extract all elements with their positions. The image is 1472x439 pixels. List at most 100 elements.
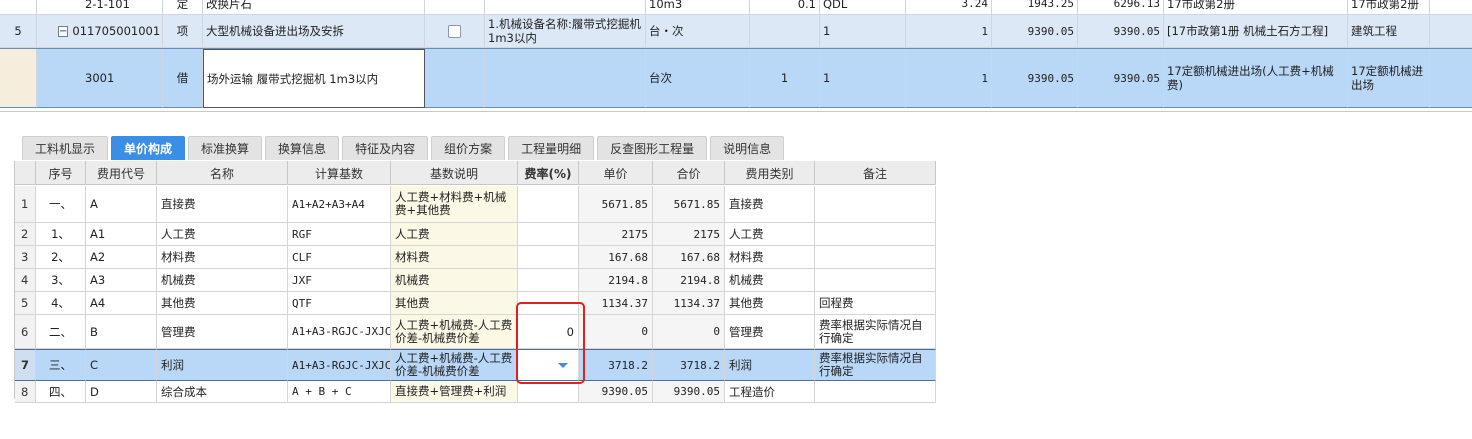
item-category[interactable]: 建筑工程: [1348, 15, 1430, 48]
cell-rate[interactable]: 0: [518, 315, 579, 349]
item-qty-expr[interactable]: [750, 15, 820, 48]
header-category[interactable]: 费用类别: [725, 161, 815, 185]
item-quantity[interactable]: 3.24: [906, 0, 992, 15]
cell-unit-price[interactable]: 5671.85: [579, 186, 653, 223]
cell-note[interactable]: 费率根据实际情况自行确定: [815, 349, 936, 381]
cell-code[interactable]: A1: [86, 223, 157, 246]
item-feature[interactable]: 1.机械设备名称:履带式挖掘机 1m3以内: [485, 15, 646, 48]
item-category[interactable]: 17市政第2册: [1348, 0, 1430, 15]
table-row[interactable]: 2 1、 A1 人工费 RGF 人工费 2175 2175 人工费: [15, 223, 936, 246]
cell-base[interactable]: QTF: [288, 292, 391, 315]
cell-unit-price[interactable]: 2175: [579, 223, 653, 246]
item-specialty[interactable]: 17定额机械进出场(人工费+机械费): [1164, 49, 1348, 108]
cell-category[interactable]: 管理费: [725, 315, 815, 349]
cell-seq[interactable]: 3、: [36, 269, 86, 292]
item-specialty[interactable]: 17市政第2册: [1164, 0, 1348, 15]
cell-basis[interactable]: 其他费: [391, 292, 518, 315]
cell-total[interactable]: 1134.37: [653, 292, 725, 315]
item-flag[interactable]: [425, 15, 485, 48]
cell-total[interactable]: 5671.85: [653, 186, 725, 223]
cell-code[interactable]: B: [86, 315, 157, 349]
tab-reverse-graphic-quantity[interactable]: 反查图形工程量: [597, 136, 708, 160]
tab-description-info[interactable]: 说明信息: [710, 136, 785, 160]
cell-name[interactable]: 管理费: [157, 315, 288, 349]
cell-note[interactable]: [815, 246, 936, 269]
item-code-cell[interactable]: − 011705001001: [37, 15, 163, 48]
item-code[interactable]: 2-1-101: [37, 0, 163, 15]
cell-unit-price[interactable]: 9390.05: [579, 381, 653, 403]
tab-pricing-scheme[interactable]: 组价方案: [431, 136, 506, 160]
list-item[interactable]: 2-1-101 定 改换片石 10m3 0.1 QDL 3.24 1943.25…: [0, 0, 1472, 15]
item-specialty[interactable]: [17市政第1册 机械土石方工程]: [1164, 15, 1348, 48]
header-rate[interactable]: 费率(%): [518, 161, 579, 185]
cell-basis[interactable]: 人工费+机械费-人工费价差-机械费价差: [391, 349, 518, 381]
item-qty-code[interactable]: 1: [820, 49, 906, 108]
table-row[interactable]: 6 二、 B 管理费 A1+A3-RGJC-JXJC 人工费+机械费-人工费价差-机械费价…: [15, 315, 936, 349]
cell-category[interactable]: 材料费: [725, 246, 815, 269]
item-unit[interactable]: 10m3: [646, 0, 750, 15]
cell-basis[interactable]: 人工费+机械费-人工费价差-机械费价差: [391, 315, 518, 349]
cell-category[interactable]: 人工费: [725, 223, 815, 246]
item-category[interactable]: 17定额机械进出场: [1348, 49, 1430, 108]
header-code[interactable]: 费用代号: [86, 161, 157, 185]
cell-total[interactable]: 2175: [653, 223, 725, 246]
item-qty-expr[interactable]: 0.1: [750, 0, 820, 15]
cell-basis[interactable]: 人工费+材料费+机械费+其他费: [391, 186, 518, 223]
tab-material-display[interactable]: 工料机显示: [22, 136, 109, 160]
header-basis[interactable]: 基数说明: [391, 161, 518, 185]
tab-unit-price-composition[interactable]: 单价构成: [111, 136, 186, 160]
item-qty-code[interactable]: 1: [820, 15, 906, 48]
header-unit-price[interactable]: 单价: [579, 161, 653, 185]
cell-unit-price[interactable]: 167.68: [579, 246, 653, 269]
item-name[interactable]: 场外运输 履带式挖掘机 1m3以内: [203, 49, 425, 108]
cell-note[interactable]: 回程费: [815, 292, 936, 315]
rate-dropdown-arrow-icon[interactable]: [558, 362, 568, 368]
cell-name[interactable]: 直接费: [157, 186, 288, 223]
cell-category[interactable]: 机械费: [725, 269, 815, 292]
cell-code[interactable]: A4: [86, 292, 157, 315]
cell-basis[interactable]: 材料费: [391, 246, 518, 269]
cell-unit-price[interactable]: 1134.37: [579, 292, 653, 315]
cell-name[interactable]: 综合成本: [157, 381, 288, 403]
cell-unit-price[interactable]: 0: [579, 315, 653, 349]
list-item-selected[interactable]: 3001 借 场外运输 履带式挖掘机 1m3以内 台次 1 1 1 9390.0…: [0, 48, 1472, 108]
cell-base[interactable]: A + B + C: [288, 381, 391, 403]
cell-name[interactable]: 机械费: [157, 269, 288, 292]
table-row-selected[interactable]: 7 三、 C 利润 A1+A3-RGJC-JXJC 人工费+机械费-人工费价差-机械费价差…: [15, 349, 936, 381]
cell-code[interactable]: A2: [86, 246, 157, 269]
collapse-icon[interactable]: −: [58, 25, 69, 37]
tab-conversion-info[interactable]: 换算信息: [265, 136, 340, 160]
header-name[interactable]: 名称: [157, 161, 288, 185]
cell-total[interactable]: 9390.05: [653, 381, 725, 403]
table-row[interactable]: 1 一、 A 直接费 A1+A2+A3+A4 人工费+材料费+机械费+其他费 5671.85…: [15, 186, 936, 223]
cell-code[interactable]: C: [86, 349, 157, 381]
item-feature[interactable]: [485, 49, 646, 108]
cell-name[interactable]: 利润: [157, 349, 288, 381]
header-total[interactable]: 合价: [653, 161, 725, 185]
cell-total[interactable]: 2194.8: [653, 269, 725, 292]
cell-base[interactable]: RGF: [288, 223, 391, 246]
item-quantity[interactable]: 1: [906, 49, 992, 108]
cell-rate[interactable]: [518, 292, 579, 315]
cell-category[interactable]: 直接费: [725, 186, 815, 223]
cell-note[interactable]: [815, 186, 936, 223]
item-flag[interactable]: [425, 0, 485, 15]
cell-rate[interactable]: [518, 246, 579, 269]
cell-code[interactable]: A: [86, 186, 157, 223]
header-seq[interactable]: 序号: [36, 161, 86, 185]
cell-seq[interactable]: 2、: [36, 246, 86, 269]
cell-total[interactable]: 0: [653, 315, 725, 349]
item-qty-expr[interactable]: 1: [750, 49, 820, 108]
table-row[interactable]: 4 3、 A3 机械费 JXF 机械费 2194.8 2194.8 机械费: [15, 269, 936, 292]
item-qty-code[interactable]: QDL: [820, 0, 906, 15]
cell-note[interactable]: [815, 223, 936, 246]
table-row[interactable]: 8 四、 D 综合成本 A + B + C 直接费+管理费+利润 9390.05 9390.0…: [15, 381, 936, 403]
table-row[interactable]: 3 2、 A2 材料费 CLF 材料费 167.68 167.68 材料费: [15, 246, 936, 269]
item-flag[interactable]: [425, 49, 485, 108]
cell-seq[interactable]: 一、: [36, 186, 86, 223]
item-unit[interactable]: 台・次: [646, 15, 750, 48]
cell-name[interactable]: 其他费: [157, 292, 288, 315]
cell-seq[interactable]: 三、: [36, 349, 86, 381]
item-name[interactable]: 大型机械设备进出场及安拆: [203, 15, 425, 48]
cell-name[interactable]: 人工费: [157, 223, 288, 246]
